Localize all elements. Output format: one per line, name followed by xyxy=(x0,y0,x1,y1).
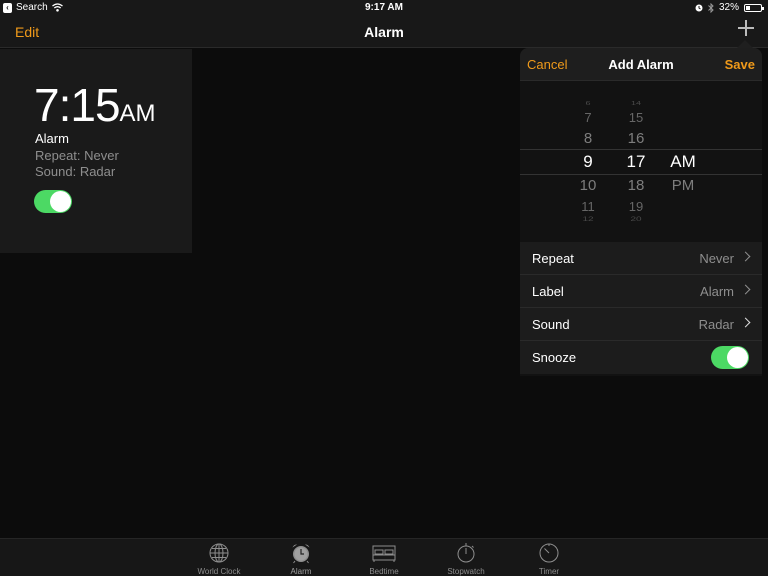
chevron-right-icon xyxy=(740,317,751,328)
snooze-label: Snooze xyxy=(532,350,577,365)
minute-wheel[interactable]: 14 15 16 17 18 19 20 xyxy=(616,88,656,230)
timer-icon xyxy=(539,543,559,563)
tab-alarm[interactable]: Alarm xyxy=(266,542,336,576)
hour-wheel[interactable]: 6 7 8 9 10 11 12 xyxy=(568,88,608,230)
minute-option: 19 xyxy=(628,199,644,214)
battery-fill xyxy=(746,5,750,10)
alarm-sound: Sound: Radar xyxy=(35,164,116,179)
hour-option: 11 xyxy=(581,199,595,214)
minute-option: 15 xyxy=(628,110,644,125)
clock-app-screen: ‹ Search 9:17 AM 32% Edit Alarm 7:15AM A… xyxy=(0,0,768,576)
hour-option: 7 xyxy=(584,110,592,125)
alarm-card[interactable]: 7:15AM Alarm Repeat: Never Sound: Radar xyxy=(0,49,192,253)
alarm-settings-list: Repeat Never Label Alarm Sound Radar Sno… xyxy=(520,242,762,374)
label-row[interactable]: Label Alarm xyxy=(520,275,762,308)
battery-icon xyxy=(744,3,764,12)
hour-option: 6 xyxy=(585,100,591,106)
bed-icon xyxy=(372,545,396,562)
popover-header: Cancel Add Alarm Save xyxy=(520,48,762,81)
plus-icon[interactable] xyxy=(738,20,754,36)
period-option: PM xyxy=(671,177,695,194)
page-title: Alarm xyxy=(364,24,404,40)
stopwatch-icon xyxy=(457,543,475,563)
hour-selected: 9 xyxy=(583,152,593,171)
tab-label: Timer xyxy=(538,567,560,576)
alarm-time: 7:15AM xyxy=(34,81,156,138)
sound-row[interactable]: Sound Radar xyxy=(520,308,762,341)
label-value: Alarm xyxy=(700,284,734,299)
navigation-bar: Edit Alarm xyxy=(0,16,768,48)
tab-label: Alarm xyxy=(290,567,312,576)
tab-label: Bedtime xyxy=(369,567,399,576)
alarm-clock-icon xyxy=(292,544,310,564)
time-picker: 6 7 8 9 10 11 12 14 15 16 17 18 19 20 AM… xyxy=(520,88,762,230)
repeat-label: Repeat xyxy=(532,251,574,266)
alarm-repeat: Repeat: Never xyxy=(35,148,119,163)
globe-icon xyxy=(209,543,229,563)
status-time: 9:17 AM xyxy=(365,2,403,13)
toggle-knob xyxy=(50,191,71,212)
tab-label: World Clock xyxy=(197,567,241,576)
toggle-knob xyxy=(727,347,748,368)
alarm-ampm: AM xyxy=(119,100,156,127)
hour-option: 8 xyxy=(583,130,593,147)
alarm-time-value: 7:15 xyxy=(34,79,121,131)
repeat-value: Never xyxy=(699,251,734,266)
period-selected: AM xyxy=(670,152,696,171)
chevron-right-icon xyxy=(740,284,751,295)
add-alarm-popover: Cancel Add Alarm Save 6 7 8 9 10 11 12 1… xyxy=(520,48,762,376)
alarm-enabled-toggle[interactable] xyxy=(34,190,72,213)
tab-stopwatch[interactable]: Stopwatch xyxy=(431,542,501,576)
tab-timer[interactable]: Timer xyxy=(514,542,584,576)
save-button[interactable]: Save xyxy=(725,57,755,72)
minute-option: 14 xyxy=(630,100,641,106)
minute-option: 16 xyxy=(627,130,645,147)
minute-option: 18 xyxy=(627,177,645,194)
bluetooth-icon xyxy=(708,2,714,13)
tab-label: Stopwatch xyxy=(447,567,485,576)
period-wheel[interactable]: AM PM xyxy=(663,88,703,230)
battery-percent: 32% xyxy=(718,2,739,13)
label-label: Label xyxy=(532,284,564,299)
repeat-row[interactable]: Repeat Never xyxy=(520,242,762,275)
alarm-label: Alarm xyxy=(35,131,69,146)
tab-bar: World Clock Alarm Bedtime Stopwatch Time… xyxy=(0,538,768,576)
hour-option: 12 xyxy=(582,216,594,223)
snooze-toggle[interactable] xyxy=(711,346,749,369)
snooze-row: Snooze xyxy=(520,341,762,374)
tab-bedtime[interactable]: Bedtime xyxy=(349,542,419,576)
minute-option: 20 xyxy=(630,216,642,223)
sound-label: Sound xyxy=(532,317,570,332)
minute-selected: 17 xyxy=(626,152,646,171)
chevron-right-icon xyxy=(740,251,751,262)
status-bar: ‹ Search 9:17 AM 32% xyxy=(0,0,768,16)
sound-value: Radar xyxy=(698,317,734,332)
alarm-status-icon xyxy=(695,4,703,11)
hour-option: 10 xyxy=(579,177,597,194)
tab-world-clock[interactable]: World Clock xyxy=(184,542,254,576)
